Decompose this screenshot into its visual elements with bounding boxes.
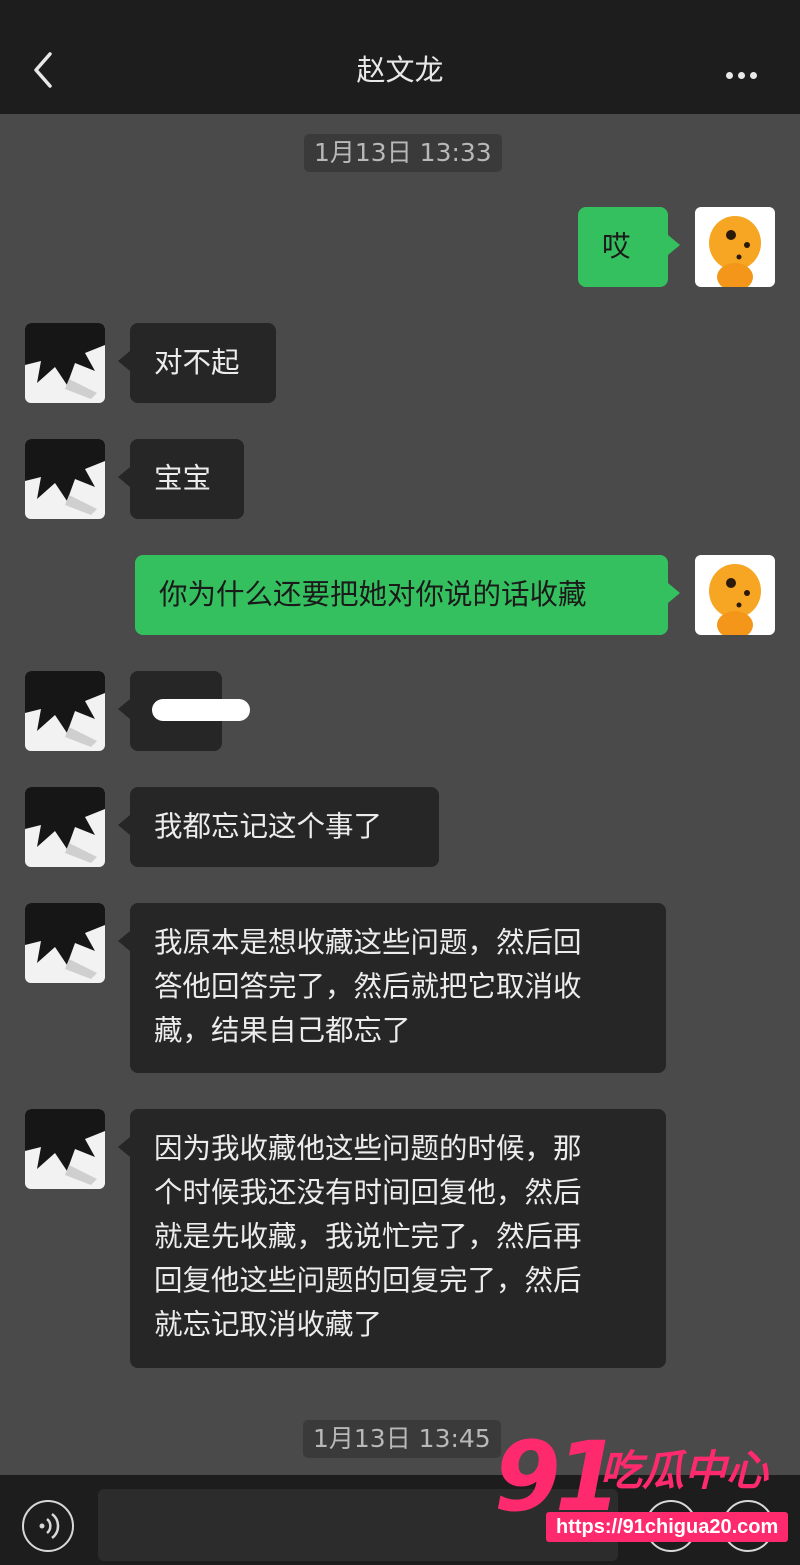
message-bubble-outgoing[interactable]: 哎: [578, 207, 680, 287]
avatar-contact-image: [25, 787, 105, 867]
message-text: 对不起: [154, 346, 240, 379]
timestamp: 1月13日 13:45: [303, 1420, 501, 1458]
message-line: 因为我收藏他这些问题的时候，那: [154, 1132, 582, 1165]
message-bubble-incoming[interactable]: 我都忘记这个事了: [118, 787, 439, 867]
message-line: 我原本是想收藏这些问题，然后回: [154, 926, 582, 959]
avatar-contact[interactable]: [25, 1109, 105, 1189]
message-bubble-incoming[interactable]: 因为我收藏他这些问题的时候，那 个时候我还没有时间回复他，然后 就是先收藏，我说…: [118, 1109, 666, 1368]
redaction-mark: [152, 699, 250, 721]
avatar-contact[interactable]: [25, 439, 105, 519]
avatar-contact[interactable]: [25, 903, 105, 983]
watermark-url: https://91chigua20.com: [546, 1512, 789, 1542]
message-text: 宝宝: [154, 462, 212, 495]
timestamp: 1月13日 13:33: [304, 134, 502, 172]
message-line: 就忘记取消收藏了: [154, 1308, 383, 1341]
message-bubble-incoming[interactable]: 宝宝: [118, 439, 244, 519]
message-line: 个时候我还没有时间回复他，然后: [154, 1176, 582, 1209]
message-text: 我都忘记这个事了: [154, 810, 383, 843]
watermark-logo: 91 吃瓜中心 https://91chigua20.com: [488, 1422, 789, 1548]
avatar-contact-image: [25, 671, 105, 751]
avatar-contact-image: [25, 439, 105, 519]
message-bubble-incoming[interactable]: 我原本是想收藏这些问题，然后回 答他回答完了，然后就把它取消收 藏，结果自己都忘…: [118, 903, 666, 1073]
avatar-self-image: [695, 207, 775, 287]
message-line: 答他回答完了，然后就把它取消收: [154, 970, 582, 1003]
top-bar: 赵文龙: [0, 0, 800, 114]
message-text: 哎: [602, 230, 631, 263]
avatar-contact-image: [25, 1109, 105, 1189]
more-dots-icon[interactable]: [726, 64, 766, 79]
avatar-self-image: [695, 555, 775, 635]
message-line: 就是先收藏，我说忙完了，然后再: [154, 1220, 582, 1253]
avatar-contact-image: [25, 903, 105, 983]
avatar-self[interactable]: [695, 207, 775, 287]
message-bubble-incoming[interactable]: 对不起: [118, 323, 276, 403]
voice-icon[interactable]: [22, 1500, 74, 1552]
watermark-name: 吃瓜中心: [600, 1446, 769, 1495]
message-bubble-outgoing[interactable]: 你为什么还要把她对你说的话收藏: [135, 555, 680, 635]
message-bubble-incoming-redacted[interactable]: [118, 671, 250, 751]
avatar-contact[interactable]: [25, 323, 105, 403]
message-line: 回复他这些问题的回复完了，然后: [154, 1264, 582, 1297]
avatar-contact[interactable]: [25, 671, 105, 751]
message-text: 你为什么还要把她对你说的话收藏: [159, 578, 587, 611]
avatar-self[interactable]: [695, 555, 775, 635]
avatar-contact-image: [25, 323, 105, 403]
avatar-contact[interactable]: [25, 787, 105, 867]
chat-title: 赵文龙: [356, 53, 444, 87]
message-line: 藏，结果自己都忘了: [154, 1014, 411, 1047]
